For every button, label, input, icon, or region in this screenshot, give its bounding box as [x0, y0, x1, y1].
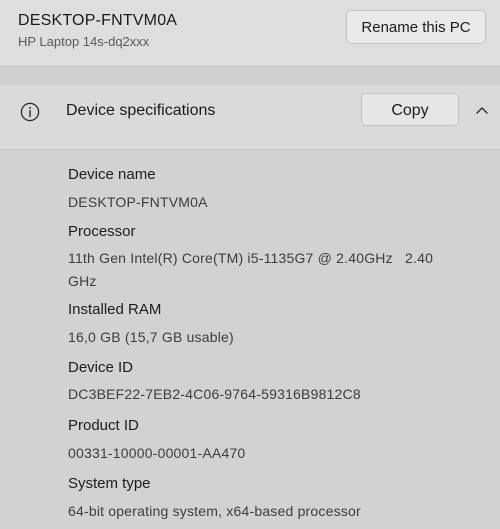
spec-label-installed-ram: Installed RAM — [68, 301, 162, 318]
spec-label-system-type: System type — [68, 475, 151, 492]
spec-label-device-id: Device ID — [68, 359, 134, 376]
info-circle-icon — [20, 102, 40, 122]
spec-value-processor: 11th Gen Intel(R) Core(TM) i5-1135G7 @ 2… — [68, 250, 434, 266]
spec-value-product-id: 00331-10000-00001-AA470 — [68, 445, 246, 461]
chevron-up-icon[interactable] — [473, 101, 491, 119]
spec-value-installed-ram: 16,0 GB (15,7 GB usable) — [68, 329, 234, 345]
spec-label-processor: Processor — [68, 223, 136, 240]
rename-pc-button[interactable]: Rename this PC — [346, 10, 486, 44]
pc-model: HP Laptop 14s-dq2xxx — [18, 34, 150, 49]
spec-label-product-id: Product ID — [68, 417, 139, 434]
spec-value-device-id: DC3BEF22-7EB2-4C06-9764-59316B9812C8 — [68, 386, 361, 402]
section-gap — [0, 67, 500, 85]
copy-button[interactable]: Copy — [361, 93, 459, 126]
spec-value-processor-cont: GHz — [68, 273, 97, 289]
spec-label-device-name: Device name — [68, 166, 156, 183]
spec-value-device-name: DESKTOP-FNTVM0A — [68, 194, 208, 210]
section-title: Device specifications — [66, 102, 216, 119]
spec-value-system-type: 64-bit operating system, x64-based proce… — [68, 503, 361, 519]
pc-name: DESKTOP-FNTVM0A — [18, 12, 178, 29]
